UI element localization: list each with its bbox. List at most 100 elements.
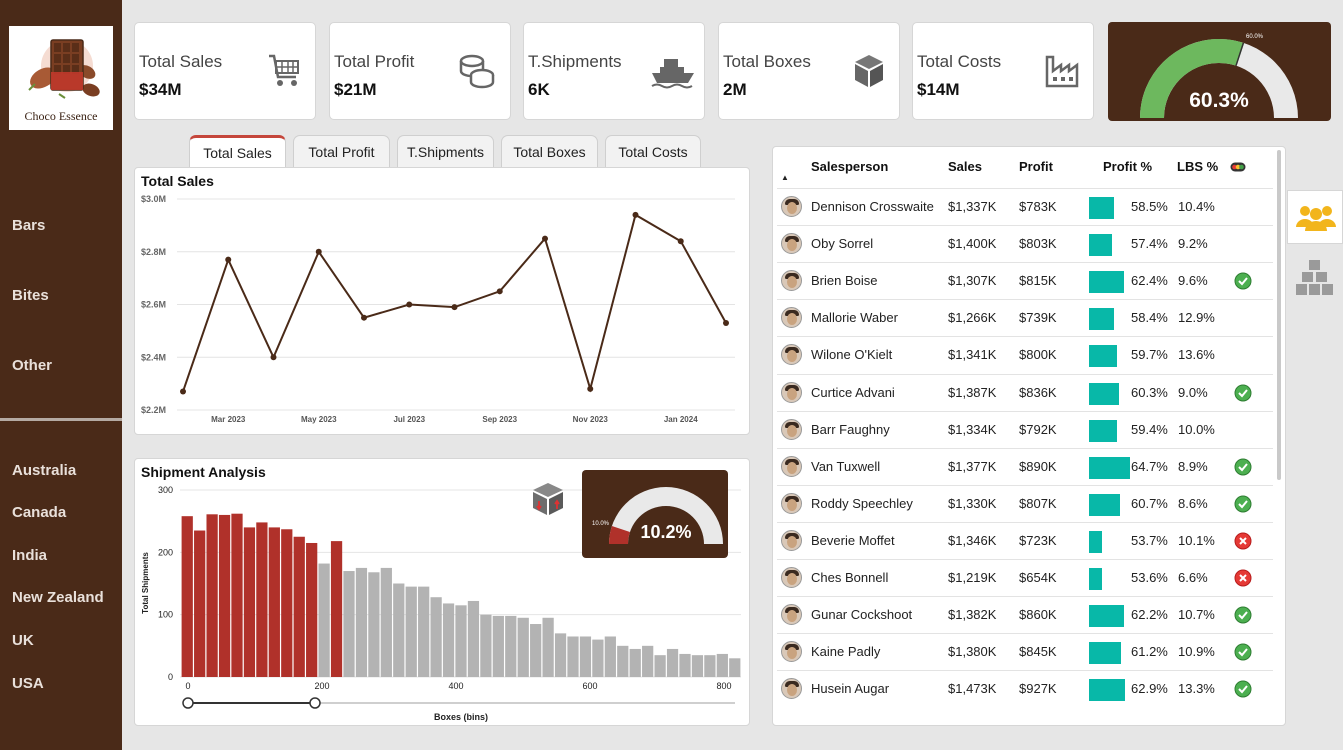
table-row[interactable]: Oby Sorrel $1,400K $803K 57.4% 9.2% (777, 225, 1273, 262)
data-point[interactable] (587, 385, 594, 392)
histogram-bar[interactable] (530, 624, 542, 677)
histogram-bar[interactable] (716, 653, 728, 677)
histogram-bar[interactable] (617, 645, 629, 677)
histogram-bar[interactable] (729, 658, 741, 677)
histogram-bar[interactable] (480, 614, 492, 677)
table-row[interactable]: Van Tuxwell $1,377K $890K 64.7% 8.9% (777, 447, 1273, 485)
histogram-bar[interactable] (691, 655, 704, 677)
data-point[interactable] (632, 211, 639, 218)
data-point[interactable] (677, 238, 684, 245)
tab-total-profit[interactable]: Total Profit (293, 135, 390, 168)
data-point[interactable] (723, 319, 729, 326)
sidebar-item-bites[interactable]: Bites (12, 287, 49, 304)
sidebar-item-usa[interactable]: USA (12, 675, 44, 692)
histogram-bar[interactable] (330, 541, 343, 677)
histogram-bar[interactable] (542, 617, 554, 677)
histogram-bar[interactable] (579, 636, 592, 677)
column-header-lbs-pct[interactable]: LBS % (1177, 159, 1218, 174)
sidebar-item-bars[interactable]: Bars (12, 217, 45, 234)
people-view-button[interactable] (1287, 190, 1343, 244)
table-row[interactable]: Curtice Advani $1,387K $836K 60.3% 9.0% (777, 373, 1273, 411)
histogram-bar[interactable] (194, 530, 206, 677)
table-row[interactable]: Brien Boise $1,307K $815K 62.4% 9.6% (777, 262, 1273, 299)
table-row[interactable]: Beverie Moffet $1,346K $723K 53.7% 10.1% (777, 521, 1273, 559)
histogram-bar[interactable] (492, 615, 504, 677)
histogram-bar[interactable] (604, 636, 616, 677)
histogram-bar[interactable] (455, 605, 467, 677)
tab-total-boxes[interactable]: Total Boxes (501, 135, 598, 168)
histogram-bar[interactable] (393, 583, 405, 678)
histogram-bar[interactable] (380, 567, 392, 677)
table-row[interactable]: Barr Faughny $1,334K $792K 59.4% 10.0% (777, 410, 1273, 448)
sidebar-item-other[interactable]: Other (12, 357, 52, 374)
table-row[interactable]: Dennison Crosswaite $1,337K $783K 58.5% 10.4… (777, 188, 1273, 225)
tab-shipments[interactable]: T.Shipments (397, 135, 494, 168)
sidebar-item-australia[interactable]: Australia (12, 462, 76, 479)
table-row[interactable]: Husein Augar $1,473K $927K 62.9% 13.3% (777, 670, 1273, 707)
column-header-sales[interactable]: Sales (948, 159, 982, 174)
histogram-bar[interactable] (554, 633, 567, 677)
histogram-bar[interactable] (306, 542, 318, 677)
histogram-bar[interactable] (704, 655, 716, 677)
histogram-bar[interactable] (355, 567, 368, 677)
histogram-bar[interactable] (206, 514, 218, 677)
histogram-bar[interactable] (231, 513, 243, 677)
range-slider-max-handle[interactable] (309, 697, 321, 709)
column-header-profit[interactable]: Profit (1019, 159, 1053, 174)
salesperson-name: Gunar Cockshoot (811, 607, 913, 623)
histogram-bar[interactable] (343, 571, 355, 677)
data-point[interactable] (496, 288, 503, 295)
boxes-stack-icon[interactable] (1295, 258, 1335, 298)
histogram-bar[interactable] (666, 648, 679, 677)
range-slider-min-handle[interactable] (182, 697, 194, 709)
histogram-bar[interactable] (442, 603, 455, 677)
histogram-bar[interactable] (256, 522, 268, 677)
table-row[interactable]: Wilone O'Kielt $1,341K $800K 59.7% 13.6% (777, 336, 1273, 373)
table-scrollbar[interactable] (1277, 150, 1281, 480)
sidebar-item-uk[interactable]: UK (12, 632, 34, 649)
histogram-bar[interactable] (679, 653, 691, 677)
histogram-bar[interactable] (268, 527, 280, 677)
histogram-bar[interactable] (218, 514, 231, 677)
sort-indicator[interactable]: ▲ (781, 173, 789, 182)
histogram-bar[interactable] (654, 655, 666, 677)
histogram-bar[interactable] (430, 597, 442, 677)
table-row[interactable]: Mallorie Waber $1,266K $739K 58.4% 12.9% (777, 299, 1273, 336)
sidebar-item-canada[interactable]: Canada (12, 504, 66, 521)
data-point[interactable] (361, 314, 367, 321)
histogram-bar[interactable] (318, 563, 330, 677)
data-point[interactable] (225, 256, 232, 263)
histogram-bar[interactable] (281, 529, 293, 677)
histogram-bar[interactable] (592, 639, 604, 677)
histogram-bar[interactable] (629, 648, 641, 677)
data-point[interactable] (451, 304, 458, 311)
data-point[interactable] (180, 388, 186, 395)
histogram-bar[interactable] (467, 600, 480, 677)
sales-value: $1,473K (948, 681, 997, 697)
histogram-bar[interactable] (293, 536, 305, 677)
table-row[interactable]: Ches Bonnell $1,219K $654K 53.6% 6.6% (777, 559, 1273, 596)
column-header-salesperson[interactable]: Salesperson (811, 159, 888, 174)
data-point[interactable] (406, 301, 413, 308)
data-point[interactable] (270, 354, 277, 361)
histogram-bar[interactable] (505, 615, 517, 677)
histogram-bar[interactable] (368, 572, 380, 677)
tab-total-costs[interactable]: Total Costs (605, 135, 701, 168)
data-point[interactable] (315, 248, 322, 255)
tab-total-sales[interactable]: Total Sales (189, 135, 286, 168)
histogram-bar[interactable] (181, 516, 193, 677)
histogram-bar[interactable] (567, 636, 579, 677)
sidebar-item-india[interactable]: India (12, 547, 47, 564)
column-header-profit-pct[interactable]: Profit % (1103, 159, 1152, 174)
sidebar-item-new-zealand[interactable]: New Zealand (12, 589, 104, 606)
table-row[interactable]: Gunar Cockshoot $1,382K $860K 62.2% 10.7% (777, 596, 1273, 633)
histogram-bar[interactable] (642, 645, 654, 677)
table-row[interactable]: Roddy Speechley $1,330K $807K 60.7% 8.6% (777, 484, 1273, 522)
data-point[interactable] (542, 235, 548, 242)
table-row[interactable]: Kaine Padly $1,380K $845K 61.2% 10.9% (777, 633, 1273, 670)
box-alert-icon[interactable] (530, 481, 566, 517)
histogram-bar[interactable] (517, 617, 529, 677)
histogram-bar[interactable] (418, 586, 430, 677)
histogram-bar[interactable] (405, 586, 417, 677)
histogram-bar[interactable] (243, 527, 256, 677)
